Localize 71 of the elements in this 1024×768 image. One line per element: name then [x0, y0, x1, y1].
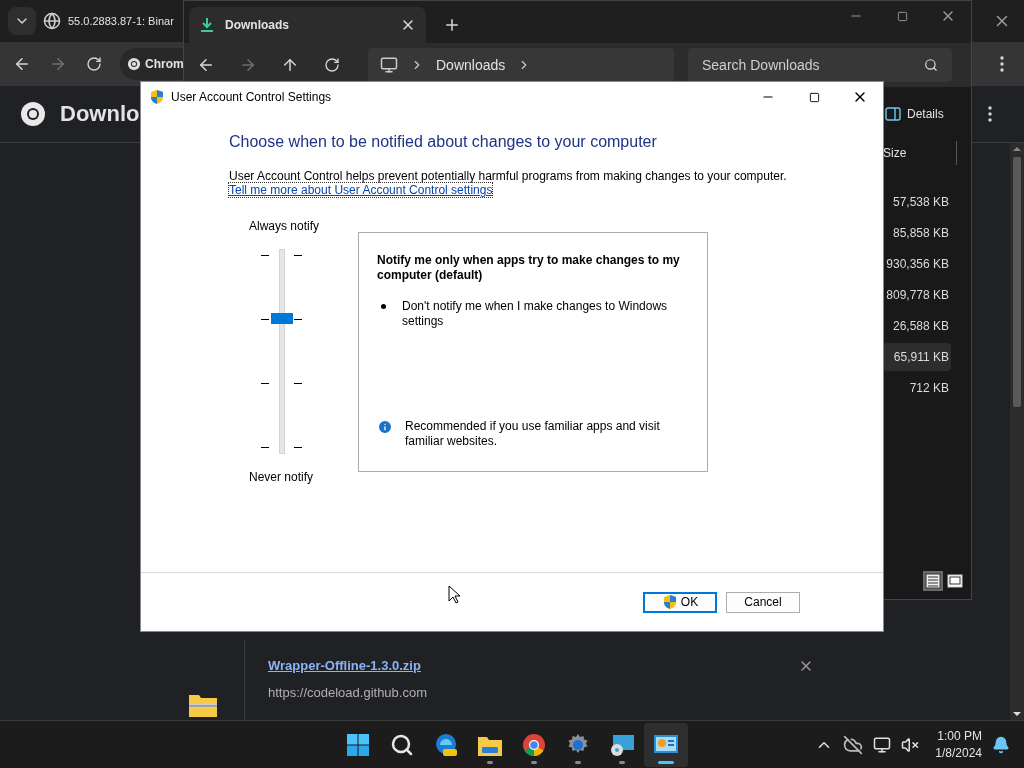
mouse-pointer-icon [448, 585, 461, 604]
chrome-logo-icon [20, 101, 46, 127]
notification-slider[interactable] [259, 249, 305, 454]
cloud-off-icon[interactable] [843, 734, 864, 755]
plus-icon [443, 16, 461, 34]
tab-title[interactable]: 55.0.2883.87-1: Binar [68, 15, 174, 27]
edge-browser-icon [434, 732, 458, 757]
monitor-icon [380, 56, 398, 74]
preview-view-icon [947, 573, 963, 589]
view-button[interactable] [923, 571, 943, 591]
download-icon [199, 17, 215, 33]
help-link[interactable]: Tell me more about User Account Control settings [229, 183, 493, 197]
ok-button[interactable]: OK [643, 591, 717, 613]
maximize-icon [896, 10, 908, 22]
notification-bell-icon[interactable] [992, 735, 1010, 754]
info-icon [377, 419, 393, 435]
chrome-logo-icon [127, 57, 141, 71]
details-view-icon [925, 573, 941, 589]
kebab-icon [1000, 56, 1004, 72]
size-cell[interactable]: 930,356 KB [883, 250, 951, 278]
window-title: User Account Control Settings [171, 89, 332, 104]
source-url: https://codeload.github.com [268, 685, 428, 700]
volume-muted-icon[interactable] [901, 735, 920, 754]
kebab-icon [988, 106, 992, 122]
bullet-text: Don't notify me when I make changes to Windows settings [402, 299, 669, 329]
size-cell[interactable]: 85,858 KB [883, 219, 951, 247]
details-pane-icon [885, 107, 901, 121]
scroll-down-icon [1013, 712, 1021, 716]
scroll-up-icon [1013, 147, 1021, 151]
view-button[interactable] [945, 571, 965, 591]
shield-icon [661, 594, 678, 610]
shield-icon [149, 88, 165, 105]
search-icon [924, 58, 938, 72]
slider-thumb[interactable] [271, 313, 293, 325]
maximize-icon [808, 91, 820, 103]
windows-logo-icon [346, 732, 370, 757]
size-cell[interactable]: 65,911 KB [883, 343, 951, 371]
slider-label: Always notify [249, 219, 321, 233]
network-icon[interactable] [873, 735, 892, 754]
size-cell[interactable]: 712 KB [883, 374, 951, 402]
globe-icon [43, 12, 61, 30]
arrow-right-icon [49, 55, 67, 73]
size-cell[interactable]: 26,588 KB [883, 312, 951, 340]
recommendation-note: Recommended if you use familiar apps and visit familiar websites. [405, 419, 661, 449]
bullet-icon [381, 304, 386, 309]
arrow-right-icon [239, 56, 257, 74]
panel-title: Notify me only when apps try to make changes to my computer (default) [377, 253, 681, 283]
details-button[interactable]: Details [883, 101, 967, 127]
address-bar[interactable]: Downloads [368, 48, 674, 82]
slider-label: Never notify [249, 470, 315, 484]
search-icon [390, 732, 414, 757]
file-link[interactable]: Wrapper-Offline-1.3.0.zip [268, 658, 421, 673]
taskbar-app[interactable] [644, 723, 688, 767]
size-cell[interactable]: 809,778 KB [883, 281, 951, 309]
breadcrumb[interactable]: Downloads [436, 57, 506, 73]
site-chip[interactable]: Chrom [120, 48, 184, 80]
clock[interactable]: 1:00 PM 1/8/2024 [935, 729, 982, 760]
monitor-disc-icon [609, 732, 635, 757]
search-field[interactable]: Search Downloads [688, 48, 952, 82]
size-cell[interactable]: 57,538 KB [883, 188, 951, 216]
chrome-icon [522, 732, 546, 757]
tab-search-button[interactable] [8, 7, 36, 35]
scroll-thumb[interactable] [1013, 157, 1021, 407]
explorer-tab[interactable]: Downloads [189, 7, 426, 43]
reload-icon [324, 57, 340, 73]
zip-folder-icon [188, 692, 218, 718]
page-title: Downlo [60, 101, 140, 127]
heading: Choose when to be notified about changes to your computer [229, 133, 658, 151]
description: User Account Control helps prevent potentially harmful programs from making changes to your computer. [229, 169, 788, 183]
reload-icon [86, 56, 102, 72]
cancel-button[interactable]: Cancel [726, 591, 800, 613]
